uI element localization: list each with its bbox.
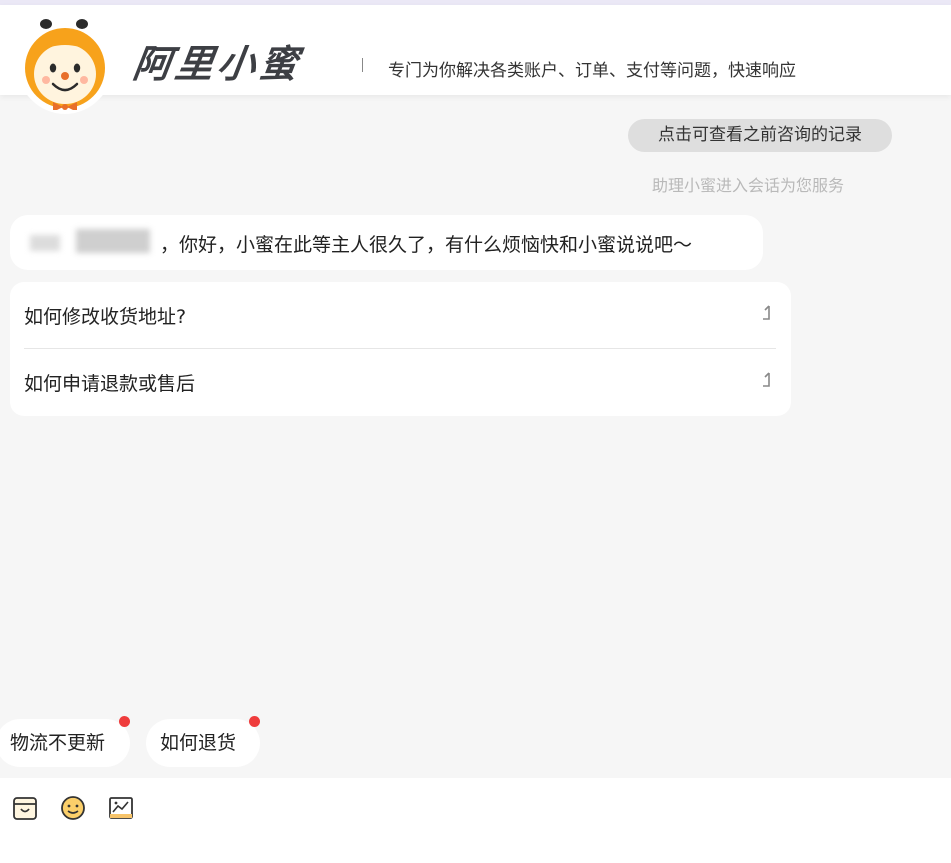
emoji-icon[interactable] [59,794,87,822]
faq-item-label: 如何申请退款或售后 [24,373,196,395]
faq-item-change-address[interactable]: 如何修改收货地址? [24,282,776,349]
redacted-username [30,235,60,251]
greeting-text: ，你好，小蜜在此等主人很久了，有什么烦恼快和小蜜说说吧～ [160,234,693,256]
return-arrow-icon [763,305,770,320]
view-history-button[interactable]: 点击可查看之前咨询的记录 [628,119,892,152]
bee-mascot-avatar [16,10,114,114]
faq-item-refund[interactable]: 如何申请退款或售后 [24,349,776,416]
input-toolbar [0,778,951,863]
return-arrow-icon [763,372,770,387]
image-icon[interactable] [107,794,135,822]
header-bar: 阿里小蜜 专门为你解决各类账户、订单、支付等问题，快速响应 [0,5,951,95]
greeting-message-bubble: ，你好，小蜜在此等主人很久了，有什么烦恼快和小蜜说说吧～ [10,215,763,270]
header-slogan: 专门为你解决各类账户、订单、支付等问题，快速响应 [388,61,796,81]
faq-item-label: 如何修改收货地址? [24,306,187,328]
brand-title: 阿里小蜜 [130,42,305,86]
redacted-username [76,229,150,253]
assistant-status-text: 助理小蜜进入会话为您服务 [652,176,845,195]
notification-dot [119,716,130,727]
quick-reply-logistics[interactable]: 物流不更新 [0,716,130,767]
header-divider [362,58,363,72]
notification-dot [249,716,260,727]
order-bag-icon[interactable] [11,794,39,822]
quick-reply-label: 如何退货 [160,732,237,754]
bee-mascot-icon [25,19,105,110]
quick-reply-return[interactable]: 如何退货 [146,716,260,767]
faq-card: 如何修改收货地址? 如何申请退款或售后 [10,282,791,416]
quick-reply-label: 物流不更新 [10,732,106,754]
